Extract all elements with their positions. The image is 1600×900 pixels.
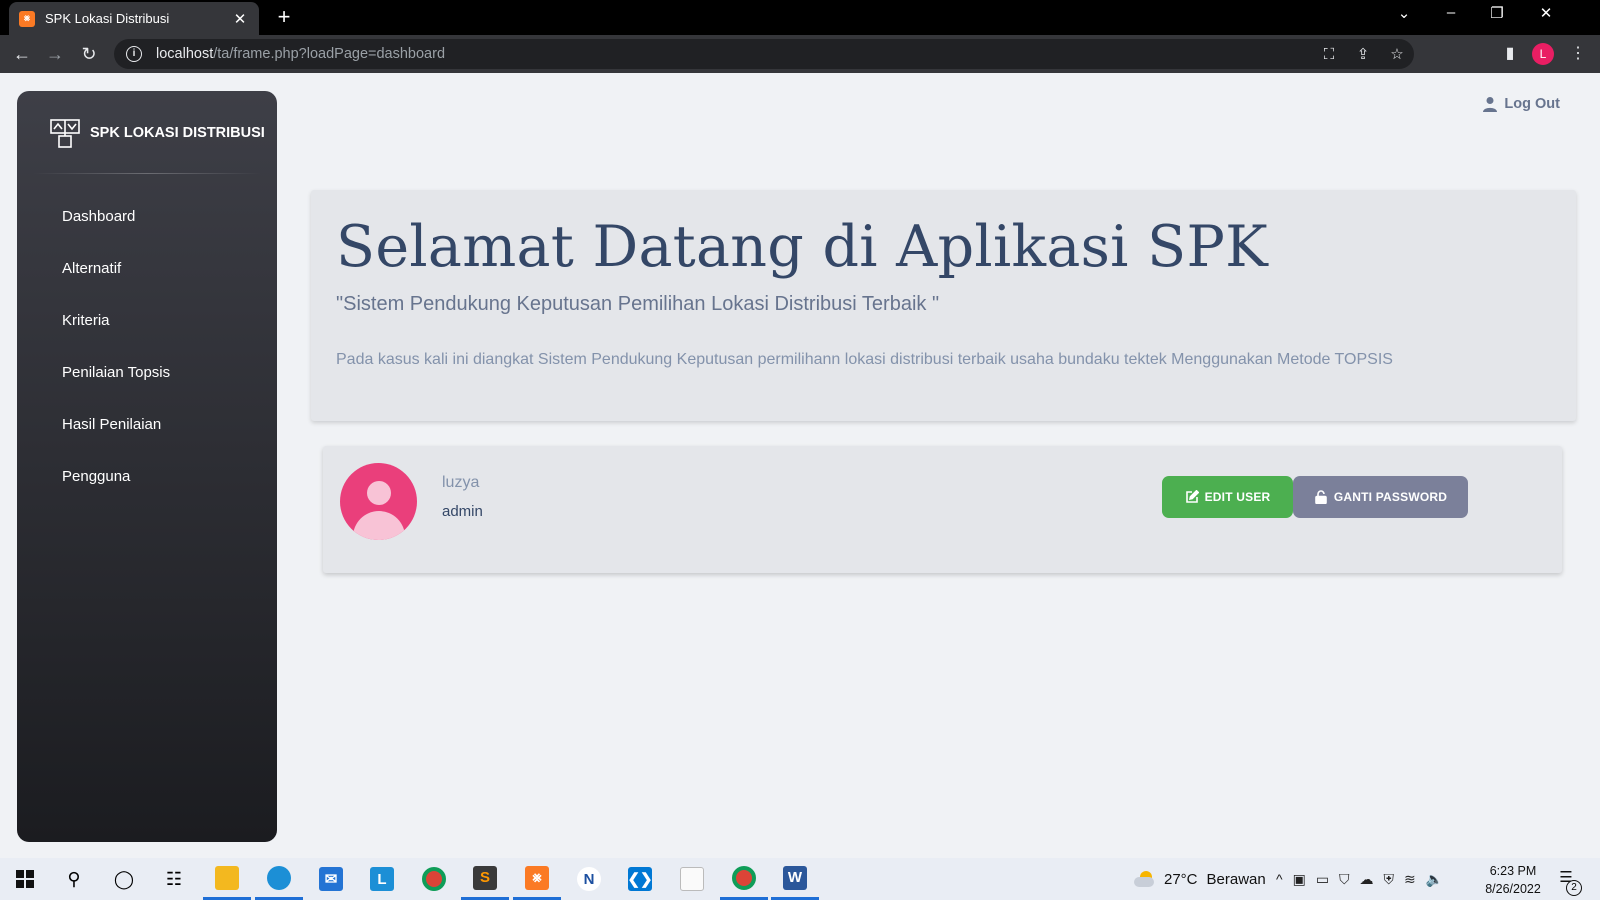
weather-icon (1134, 871, 1156, 887)
avatar-head (367, 481, 391, 505)
tab-search-icon[interactable]: ⌄ (1389, 4, 1419, 22)
task-view-icon[interactable]: ☷ (150, 858, 198, 900)
address-bar[interactable]: i localhost/ta/frame.php?loadPage=dashbo… (114, 39, 1414, 69)
l-app-icon[interactable]: L (358, 858, 406, 900)
brand-name: SPK LOKASI DISTRIBUSI (90, 125, 265, 141)
close-window-icon[interactable]: ✕ (1531, 4, 1561, 22)
back-icon[interactable]: ← (10, 42, 34, 66)
side-panel-icon[interactable]: ▮ (1498, 42, 1522, 66)
url-path: /ta/frame.php?loadPage=dashboard (213, 46, 446, 62)
page-title: Selamat Datang di Aplikasi SPK (336, 214, 1268, 280)
sidebar-item-dashboard[interactable]: Dashboard (17, 191, 277, 243)
sidebar-item-penilaian-topsis[interactable]: Penilaian Topsis (17, 347, 277, 399)
logout-label: Log Out (1504, 96, 1560, 112)
forward-icon[interactable]: → (43, 42, 67, 66)
network-logo-icon (50, 119, 80, 148)
url-host: localhost (156, 46, 214, 62)
reload-icon[interactable]: ↻ (77, 42, 101, 66)
browser-tabstrip: ⨳ SPK Lokasi Distribusi ✕ + ⌄ – ❐ ✕ (0, 0, 1600, 35)
windows-start-icon[interactable] (1, 858, 49, 900)
vscode-icon[interactable]: ❮❯ (616, 858, 664, 900)
clock[interactable]: 6:23 PM 8/26/2022 (1478, 862, 1548, 898)
wifi-icon[interactable]: ≋ (1404, 871, 1416, 888)
user-icon (1483, 97, 1498, 112)
sidebar-item-pengguna[interactable]: Pengguna (17, 451, 277, 503)
chrome-icon[interactable] (410, 858, 458, 900)
browser-tab[interactable]: ⨳ SPK Lokasi Distribusi ✕ (9, 2, 259, 35)
edit-user-button[interactable]: EDIT USER (1162, 476, 1293, 518)
tab-close-icon[interactable]: ✕ (231, 10, 249, 28)
taskbar: ⚲ ◯ ☷ ✉ L S ⨳ N ❮❯ W 27°C Berawan ^ ▣ ▭ … (0, 858, 1600, 900)
new-tab-icon[interactable]: + (272, 5, 296, 29)
share-icon[interactable]: ⇪ (1346, 45, 1380, 63)
translate-icon[interactable]: ⛶ (1312, 46, 1346, 63)
search-icon[interactable]: ⚲ (50, 858, 98, 900)
show-hidden-icons-icon[interactable]: ^ (1276, 871, 1283, 887)
browser-toolbar: ← → ↻ i localhost/ta/frame.php?loadPage=… (0, 35, 1600, 73)
restore-icon[interactable]: ❐ (1482, 4, 1512, 22)
welcome-jumbotron: Selamat Datang di Aplikasi SPK "Sistem P… (311, 190, 1576, 421)
file-explorer-icon[interactable] (203, 858, 251, 900)
document-icon[interactable] (668, 858, 716, 900)
user-card: luzya admin EDIT USER GANTI PASSWORD (323, 446, 1562, 573)
app-icon[interactable]: N (565, 858, 613, 900)
edge-icon[interactable] (255, 858, 303, 900)
avatar-body (353, 511, 405, 540)
clock-time: 6:23 PM (1489, 864, 1537, 878)
edit-icon (1185, 490, 1199, 503)
change-password-button[interactable]: GANTI PASSWORD (1293, 476, 1468, 518)
weather-temp: 27°C (1164, 870, 1198, 888)
weather-text: Berawan (1206, 870, 1266, 888)
page-description: Pada kasus kali ini diangkat Sistem Pend… (336, 350, 1393, 368)
user-role: admin (442, 503, 483, 520)
defender-icon[interactable]: ⛉ (1339, 871, 1350, 888)
security-icon[interactable]: ⛨ (1384, 871, 1395, 888)
brand[interactable]: SPK LOKASI DISTRIBUSI (49, 117, 265, 149)
xampp-icon[interactable]: ⨳ (513, 858, 561, 900)
notification-badge: 2 (1566, 880, 1582, 896)
sidebar-item-kriteria[interactable]: Kriteria (17, 295, 277, 347)
onedrive-icon[interactable]: ☁ (1360, 871, 1374, 888)
mail-icon[interactable]: ✉ (307, 858, 355, 900)
chrome-profile-icon[interactable] (720, 858, 768, 900)
user-name: luzya (442, 474, 480, 491)
clock-date: 8/26/2022 (1485, 882, 1541, 896)
logout-link[interactable]: Log Out (1482, 96, 1560, 112)
weather-widget[interactable]: 27°C Berawan (1134, 858, 1266, 900)
word-icon[interactable]: W (771, 858, 819, 900)
avatar (340, 463, 417, 540)
meet-now-icon[interactable]: ▣ (1293, 871, 1306, 888)
xampp-favicon-icon: ⨳ (19, 10, 35, 27)
brand-divider (33, 173, 261, 174)
edit-user-label: EDIT USER (1204, 490, 1271, 504)
minimize-icon[interactable]: – (1436, 4, 1466, 21)
bookmark-star-icon[interactable]: ☆ (1380, 45, 1414, 63)
change-password-label: GANTI PASSWORD (1333, 490, 1448, 504)
profile-avatar[interactable]: L (1532, 43, 1554, 65)
sidebar-menu: Dashboard Alternatif Kriteria Penilaian … (17, 191, 277, 503)
site-info-icon[interactable]: i (126, 46, 142, 62)
volume-icon[interactable]: 🔈 (1426, 871, 1443, 888)
sidebar-item-hasil-penilaian[interactable]: Hasil Penilaian (17, 399, 277, 451)
battery-icon[interactable]: ▭ (1316, 871, 1329, 888)
sidebar: SPK LOKASI DISTRIBUSI Dashboard Alternat… (17, 91, 277, 842)
page-subtitle: "Sistem Pendukung Keputusan Pemilihan Lo… (336, 292, 940, 315)
unlock-icon (1315, 490, 1327, 504)
sidebar-item-alternatif[interactable]: Alternatif (17, 243, 277, 295)
system-tray: ^ ▣ ▭ ⛉ ☁ ⛨ ≋ 🔈 (1276, 858, 1443, 900)
cortana-icon[interactable]: ◯ (100, 858, 148, 900)
browser-menu-icon[interactable]: ⋮ (1566, 42, 1590, 66)
tab-title: SPK Lokasi Distribusi (45, 11, 170, 26)
sublime-text-icon[interactable]: S (461, 858, 509, 900)
